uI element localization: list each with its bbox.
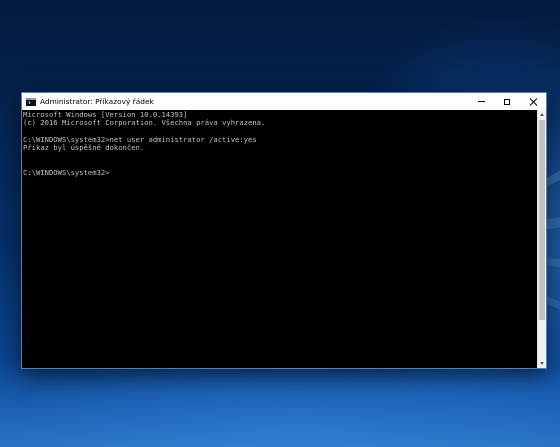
wallpaper-floor-glow: [0, 360, 560, 447]
close-button[interactable]: [520, 93, 546, 110]
maximize-button[interactable]: [494, 93, 520, 110]
window-title: Administrator: Příkazový řádek: [40, 97, 154, 106]
scroll-up-arrow-icon: [540, 113, 544, 116]
console-line: Příkaz byl úspěšně dokončen.: [23, 143, 145, 153]
console-output[interactable]: Microsoft Windows [Version 10.0.14393] (…: [22, 110, 537, 368]
command-prompt-window[interactable]: Administrator: Příkazový řádek Microsoft…: [21, 92, 547, 369]
scroll-down-button[interactable]: [538, 359, 546, 368]
console-prompt-line[interactable]: C:\WINDOWS\system32>: [23, 168, 537, 177]
window-controls: [468, 93, 546, 110]
desktop-background: Administrator: Příkazový řádek Microsoft…: [0, 0, 560, 447]
title-bar[interactable]: Administrator: Příkazový řádek: [22, 93, 546, 110]
minimize-icon: [477, 101, 485, 102]
scrollbar-thumb[interactable]: [539, 120, 545, 320]
vertical-scrollbar[interactable]: [537, 110, 546, 368]
scroll-up-button[interactable]: [538, 110, 546, 119]
scroll-down-arrow-icon: [540, 362, 544, 365]
minimize-button[interactable]: [468, 93, 494, 110]
console-line: (c) 2016 Microsoft Corporation. Všechna …: [23, 118, 266, 128]
close-icon: [529, 98, 537, 106]
maximize-icon: [504, 98, 510, 105]
cmd-icon[interactable]: [26, 97, 36, 106]
